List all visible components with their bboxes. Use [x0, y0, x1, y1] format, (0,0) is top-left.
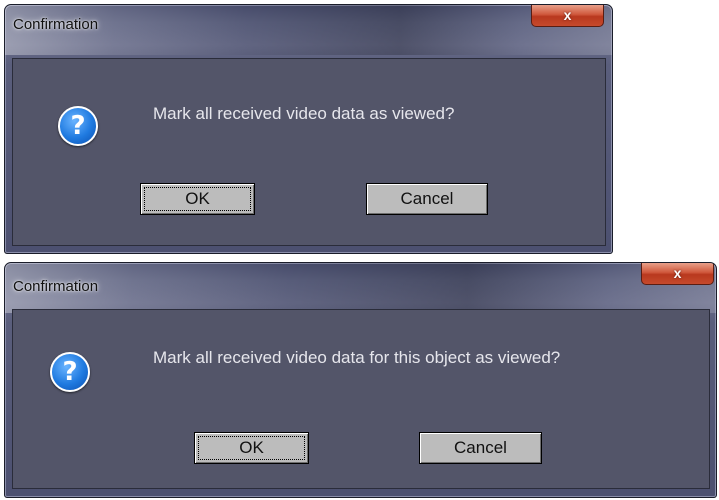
confirmation-dialog-1: Confirmation x ? Mark all received video…: [4, 4, 613, 254]
dialog-message: Mark all received video data as viewed?: [153, 104, 455, 123]
confirmation-dialog-2: Confirmation x ? Mark all received video…: [4, 262, 717, 498]
close-icon: x: [673, 265, 682, 281]
ok-button[interactable]: OK: [140, 183, 255, 215]
ok-button[interactable]: OK: [194, 432, 309, 464]
dialog-title: Confirmation: [13, 278, 99, 295]
cancel-button[interactable]: Cancel: [419, 432, 542, 464]
close-icon: x: [563, 7, 572, 23]
cancel-button-label: Cancel: [454, 438, 507, 457]
close-button[interactable]: x: [531, 5, 604, 27]
close-button[interactable]: x: [641, 263, 714, 285]
dialog-body: ? Mark all received video data for this …: [12, 309, 710, 489]
cancel-button[interactable]: Cancel: [366, 183, 488, 215]
dialog-body: ? Mark all received video data as viewed…: [12, 58, 606, 246]
dialog-title: Confirmation: [13, 16, 99, 33]
question-icon: ?: [58, 106, 98, 146]
ok-button-label: OK: [185, 189, 210, 208]
cancel-button-label: Cancel: [400, 189, 454, 208]
dialog-message: Mark all received video data for this ob…: [153, 348, 561, 367]
question-icon: ?: [50, 352, 90, 392]
ok-button-label: OK: [239, 438, 264, 457]
